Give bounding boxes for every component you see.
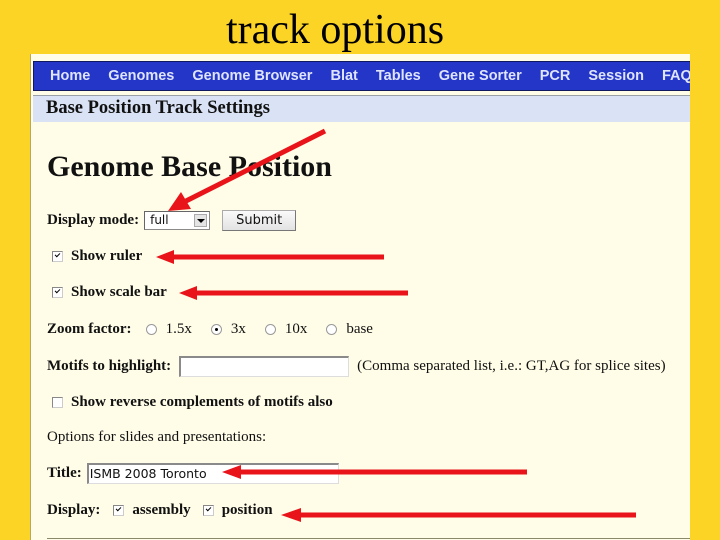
zoom-option-label: 1.5x — [165, 321, 192, 337]
slide-title: track options — [225, 7, 445, 53]
reverse-complements-label: Show reverse complements of motifs also — [71, 394, 333, 410]
nav-faq[interactable]: FAQ — [653, 68, 690, 84]
nav-tables[interactable]: Tables — [367, 68, 430, 84]
zoom-radio-1-5x[interactable] — [145, 324, 157, 335]
zoom-factor-row: Zoom factor: 1.5x 3x 10x base — [47, 321, 392, 338]
zoom-radio-3x[interactable] — [210, 324, 222, 335]
assembly-checkbox[interactable] — [113, 505, 125, 516]
zoom-option-base[interactable]: base — [326, 321, 373, 338]
nav-blat[interactable]: Blat — [321, 68, 366, 84]
assembly-label: assembly — [132, 502, 191, 518]
zoom-radio-base[interactable] — [326, 324, 338, 335]
display-mode-label: Display mode: — [47, 212, 140, 228]
reverse-complements-row: Show reverse complements of motifs also — [52, 394, 333, 411]
zoom-option-label: 10x — [284, 321, 308, 337]
display-label: Display: — [47, 502, 101, 518]
zoom-radio-10x[interactable] — [264, 324, 276, 335]
display-row: Display: assembly position — [47, 502, 273, 519]
nav-home[interactable]: Home — [34, 68, 99, 84]
motifs-hint: (Comma separated list, i.e.: GT,AG for s… — [357, 358, 666, 374]
slides-section-label: Options for slides and presentations: — [47, 429, 267, 445]
motifs-row: Motifs to highlight: (Comma separated li… — [47, 356, 666, 377]
settings-title-bar: Base Position Track Settings — [33, 95, 690, 122]
show-scale-bar-label: Show scale bar — [71, 284, 167, 300]
top-navbar: Home Genomes Genome Browser Blat Tables … — [33, 61, 690, 91]
nav-genome-browser[interactable]: Genome Browser — [183, 68, 321, 84]
slides-section-row: Options for slides and presentations: — [47, 429, 266, 446]
zoom-option-3x[interactable]: 3x — [210, 321, 246, 338]
nav-session[interactable]: Session — [579, 68, 653, 84]
settings-title: Base Position Track Settings — [46, 98, 270, 118]
nav-gene-sorter[interactable]: Gene Sorter — [430, 68, 531, 84]
reverse-complements-checkbox[interactable] — [52, 397, 63, 408]
page-heading: Genome Base Position — [47, 150, 332, 183]
browser-page: Home Genomes Genome Browser Blat Tables … — [30, 54, 690, 540]
zoom-factor-label: Zoom factor: — [47, 321, 132, 337]
divider — [47, 538, 690, 539]
title-label: Title: — [47, 465, 82, 481]
position-checkbox[interactable] — [202, 505, 214, 516]
nav-genomes[interactable]: Genomes — [99, 68, 183, 84]
zoom-option-1-5x[interactable]: 1.5x — [145, 321, 192, 338]
display-mode-select[interactable]: full — [144, 211, 211, 230]
submit-button[interactable]: Submit — [222, 210, 297, 231]
chevron-down-icon[interactable] — [194, 214, 208, 227]
show-scale-bar-row: Show scale bar — [52, 284, 167, 301]
zoom-option-label: base — [346, 321, 373, 337]
zoom-option-10x[interactable]: 10x — [264, 321, 308, 338]
show-ruler-row: Show ruler — [52, 248, 142, 265]
nav-pcr[interactable]: PCR — [531, 68, 580, 84]
motifs-label: Motifs to highlight: — [47, 358, 172, 374]
title-row: Title: ISMB 2008 Toronto — [47, 463, 339, 484]
motifs-input[interactable] — [179, 356, 350, 377]
display-mode-row: Display mode: full Submit — [47, 210, 297, 231]
zoom-option-label: 3x — [230, 321, 246, 337]
title-input[interactable]: ISMB 2008 Toronto — [86, 463, 339, 484]
show-ruler-label: Show ruler — [71, 248, 143, 264]
position-label: position — [221, 502, 273, 518]
show-ruler-checkbox[interactable] — [52, 251, 63, 262]
show-scale-bar-checkbox[interactable] — [52, 287, 63, 298]
display-mode-value: full — [150, 213, 169, 227]
